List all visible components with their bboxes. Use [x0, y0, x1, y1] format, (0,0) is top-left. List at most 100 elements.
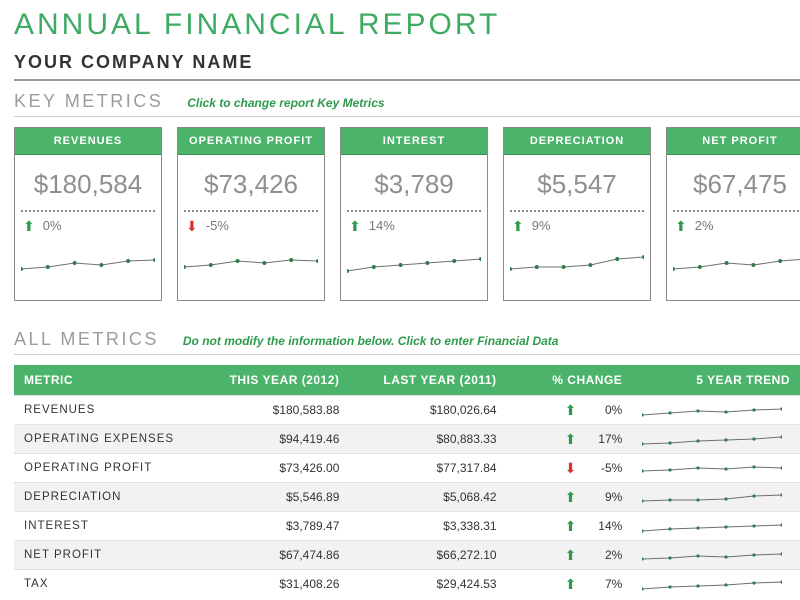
- cell-metric: OPERATING PROFIT: [14, 454, 192, 483]
- divider: [347, 210, 481, 212]
- metric-card-change: ⬇ -5%: [178, 216, 324, 235]
- divider: [510, 210, 644, 212]
- cell-last-year: $29,424.53: [349, 570, 506, 599]
- metric-card[interactable]: DEPRECIATION$5,547⬆9%: [503, 127, 651, 301]
- cell-this-year: $5,546.89: [192, 483, 349, 512]
- cell-last-year: $66,272.10: [349, 541, 506, 570]
- sparkline-chart: [21, 237, 155, 283]
- cell-this-year: $67,474.86: [192, 541, 349, 570]
- divider: [184, 210, 318, 212]
- cell-change-value: -5%: [582, 461, 622, 475]
- cell-last-year: $80,883.33: [349, 425, 506, 454]
- cell-metric: REVENUES: [14, 396, 192, 425]
- metric-card-label: REVENUES: [15, 128, 161, 155]
- sparkline-chart: [673, 237, 800, 283]
- arrow-up-icon: ⬆: [565, 577, 577, 591]
- sparkline-chart: [642, 575, 782, 593]
- all-metrics-title: ALL METRICS: [14, 329, 159, 350]
- sparkline-chart: [642, 459, 782, 477]
- th-change[interactable]: % CHANGE: [507, 365, 633, 396]
- table-row[interactable]: OPERATING EXPENSES$94,419.46$80,883.33 ⬆ 1…: [14, 425, 800, 454]
- sparkline-chart: [184, 237, 318, 283]
- arrow-up-icon: ⬆: [565, 432, 577, 446]
- cell-change: ⬆ 7%: [507, 570, 633, 599]
- cell-this-year: $3,789.47: [192, 512, 349, 541]
- report-title: ANNUAL FINANCIAL REPORT: [14, 8, 800, 42]
- key-metrics-hint[interactable]: Click to change report Key Metrics: [187, 96, 384, 110]
- table-row[interactable]: OPERATING PROFIT$73,426.00$77,317.84⬇-5%: [14, 454, 800, 483]
- cell-change: ⬆ 17%: [507, 425, 633, 454]
- cell-change-value: 7%: [582, 577, 622, 591]
- metric-card-label: INTEREST: [341, 128, 487, 155]
- cell-change: ⬆9%: [507, 483, 633, 512]
- cell-last-year: $77,317.84: [349, 454, 506, 483]
- arrow-up-icon: ⬆: [675, 219, 687, 233]
- sparkline-chart: [510, 237, 644, 283]
- arrow-up-icon: ⬆: [23, 219, 35, 233]
- metric-card-label: OPERATING PROFIT: [178, 128, 324, 155]
- th-this-year[interactable]: THIS YEAR (2012): [192, 365, 349, 396]
- metric-card-change: ⬆2%: [667, 216, 800, 235]
- table-row[interactable]: DEPRECIATION$5,546.89$5,068.42⬆9%: [14, 483, 800, 512]
- company-name[interactable]: YOUR COMPANY NAME: [14, 52, 800, 81]
- table-row[interactable]: REVENUES$180,583.88$180,026.64⬆0%: [14, 396, 800, 425]
- all-metrics-header: ALL METRICS Do not modify the informatio…: [14, 319, 800, 355]
- metric-card[interactable]: NET PROFIT$67,475⬆2%: [666, 127, 800, 301]
- cell-last-year: $5,068.42: [349, 483, 506, 512]
- cell-change: ⬆ 0%: [507, 396, 633, 425]
- metric-card[interactable]: INTEREST$3,789⬆14%: [340, 127, 488, 301]
- metric-card-change-value: 0%: [43, 218, 62, 233]
- metric-card-change-value: 9%: [532, 218, 551, 233]
- arrow-up-icon: ⬆: [349, 219, 361, 233]
- cell-metric: OPERATING EXPENSES: [14, 425, 192, 454]
- cell-trend: [632, 425, 800, 454]
- cell-change-value: 14%: [582, 519, 622, 533]
- all-metrics-hint[interactable]: Do not modify the information below. Cli…: [183, 334, 559, 348]
- metric-card-change-value: 14%: [369, 218, 395, 233]
- all-metrics-table: METRIC THIS YEAR (2012) LAST YEAR (2011)…: [14, 365, 800, 598]
- key-metrics-cards: REVENUES$180,584⬆0%OPERATING PROFIT$73,4…: [14, 127, 800, 301]
- cell-change-value: 17%: [582, 432, 622, 446]
- table-row[interactable]: TAX$31,408.26$29,424.53⬆7%: [14, 570, 800, 599]
- arrow-down-icon: ⬇: [186, 219, 198, 233]
- cell-trend: [632, 541, 800, 570]
- cell-trend: [632, 396, 800, 425]
- cell-change: ⬇-5%: [507, 454, 633, 483]
- divider: [673, 210, 800, 212]
- metric-card-change: ⬆ 14%: [341, 216, 487, 235]
- cell-last-year: $180,026.64: [349, 396, 506, 425]
- arrow-up-icon: ⬆: [565, 490, 577, 504]
- metric-card-value: $180,584: [15, 155, 161, 210]
- metric-card[interactable]: REVENUES$180,584 ⬆ 0%: [14, 127, 162, 301]
- metric-card-change: ⬆9%: [504, 216, 650, 235]
- th-trend[interactable]: 5 YEAR TREND: [632, 365, 800, 396]
- cell-trend: [632, 483, 800, 512]
- metric-card-change-value: -5%: [206, 218, 229, 233]
- cell-metric: DEPRECIATION: [14, 483, 192, 512]
- sparkline-chart: [642, 401, 782, 419]
- cell-last-year: $3,338.31: [349, 512, 506, 541]
- key-metrics-header: KEY METRICS Click to change report Key M…: [14, 81, 800, 117]
- cell-trend: [632, 454, 800, 483]
- metric-card[interactable]: OPERATING PROFIT$73,426⬇-5%: [177, 127, 325, 301]
- sparkline-chart: [642, 517, 782, 535]
- metric-card-change: ⬆ 0%: [15, 216, 161, 235]
- th-metric[interactable]: METRIC: [14, 365, 192, 396]
- table-row[interactable]: INTEREST$3,789.47$3,338.31 ⬆ 14%: [14, 512, 800, 541]
- sparkline-chart: [347, 237, 481, 283]
- cell-change: ⬆ 14%: [507, 512, 633, 541]
- metric-card-value: $67,475: [667, 155, 800, 210]
- sparkline-chart: [642, 430, 782, 448]
- table-row[interactable]: NET PROFIT$67,474.86$66,272.10⬆2%: [14, 541, 800, 570]
- key-metrics-title: KEY METRICS: [14, 91, 163, 112]
- sparkline-chart: [642, 546, 782, 564]
- arrow-up-icon: ⬆: [565, 403, 577, 417]
- cell-change-value: 0%: [582, 403, 622, 417]
- th-last-year[interactable]: LAST YEAR (2011): [349, 365, 506, 396]
- cell-metric: INTEREST: [14, 512, 192, 541]
- cell-this-year: $94,419.46: [192, 425, 349, 454]
- arrow-up-icon: ⬆: [565, 519, 577, 533]
- metric-card-label: DEPRECIATION: [504, 128, 650, 155]
- sparkline-chart: [642, 488, 782, 506]
- cell-this-year: $73,426.00: [192, 454, 349, 483]
